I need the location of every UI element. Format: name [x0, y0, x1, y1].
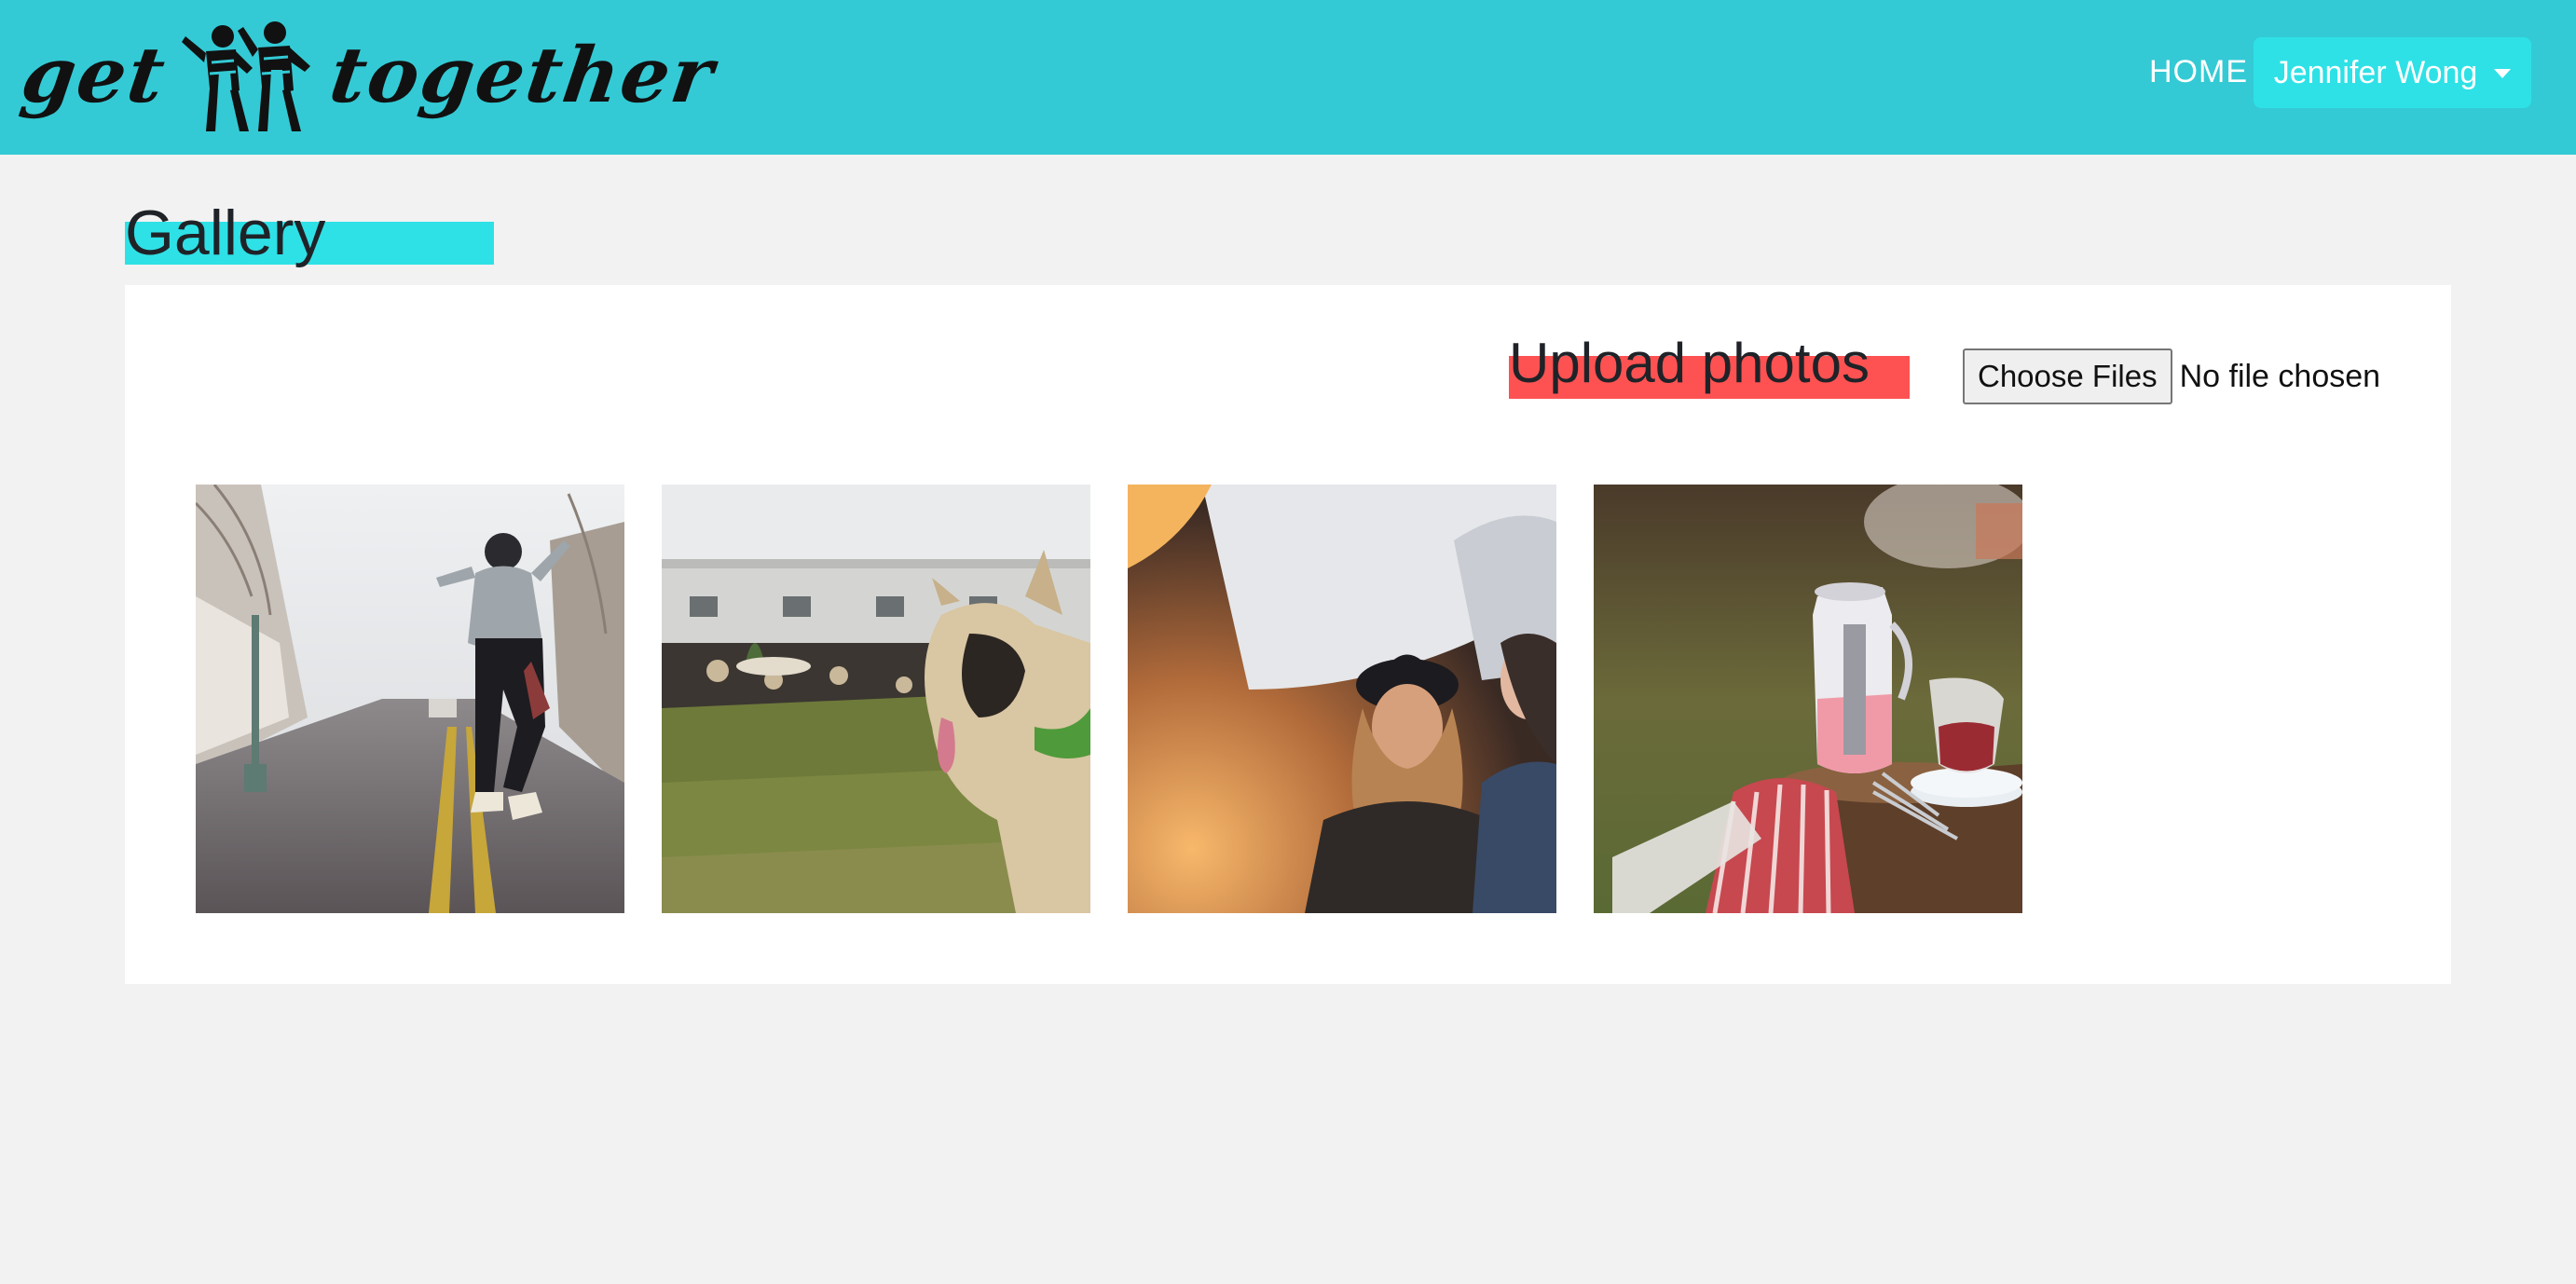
gallery-photo-picnic[interactable]: [1594, 485, 2022, 913]
photo-grid: [196, 485, 2022, 913]
file-upload-input[interactable]: Choose Files No file chosen: [1963, 348, 2380, 404]
dancing-people-icon: [178, 16, 318, 135]
nav-home-link[interactable]: HOME: [2149, 54, 2248, 90]
gallery-photo-bulldog[interactable]: [662, 485, 1090, 913]
choose-files-button[interactable]: Choose Files: [1963, 348, 2172, 404]
caret-down-icon: [2494, 69, 2512, 78]
brand-logo[interactable]: get together: [16, 13, 720, 138]
brand-word-left: get: [16, 31, 172, 120]
page-title: Gallery: [125, 198, 326, 268]
upload-photos-heading: Upload photos: [1509, 332, 1870, 394]
file-status-text: No file chosen: [2179, 358, 2381, 394]
brand-word-right: together: [324, 31, 721, 120]
gallery-photo-women-laughing[interactable]: [1128, 485, 1556, 913]
user-name: Jennifer Wong: [2273, 54, 2478, 90]
user-menu-button[interactable]: Jennifer Wong: [2254, 37, 2531, 108]
gallery-heading: Gallery: [125, 196, 494, 270]
top-navbar: get together HOME Jennifer Wong: [0, 0, 2576, 155]
gallery-photo-man-jumping[interactable]: [196, 485, 624, 913]
gallery-card: Upload photos Choose Files No file chose…: [125, 285, 2451, 984]
